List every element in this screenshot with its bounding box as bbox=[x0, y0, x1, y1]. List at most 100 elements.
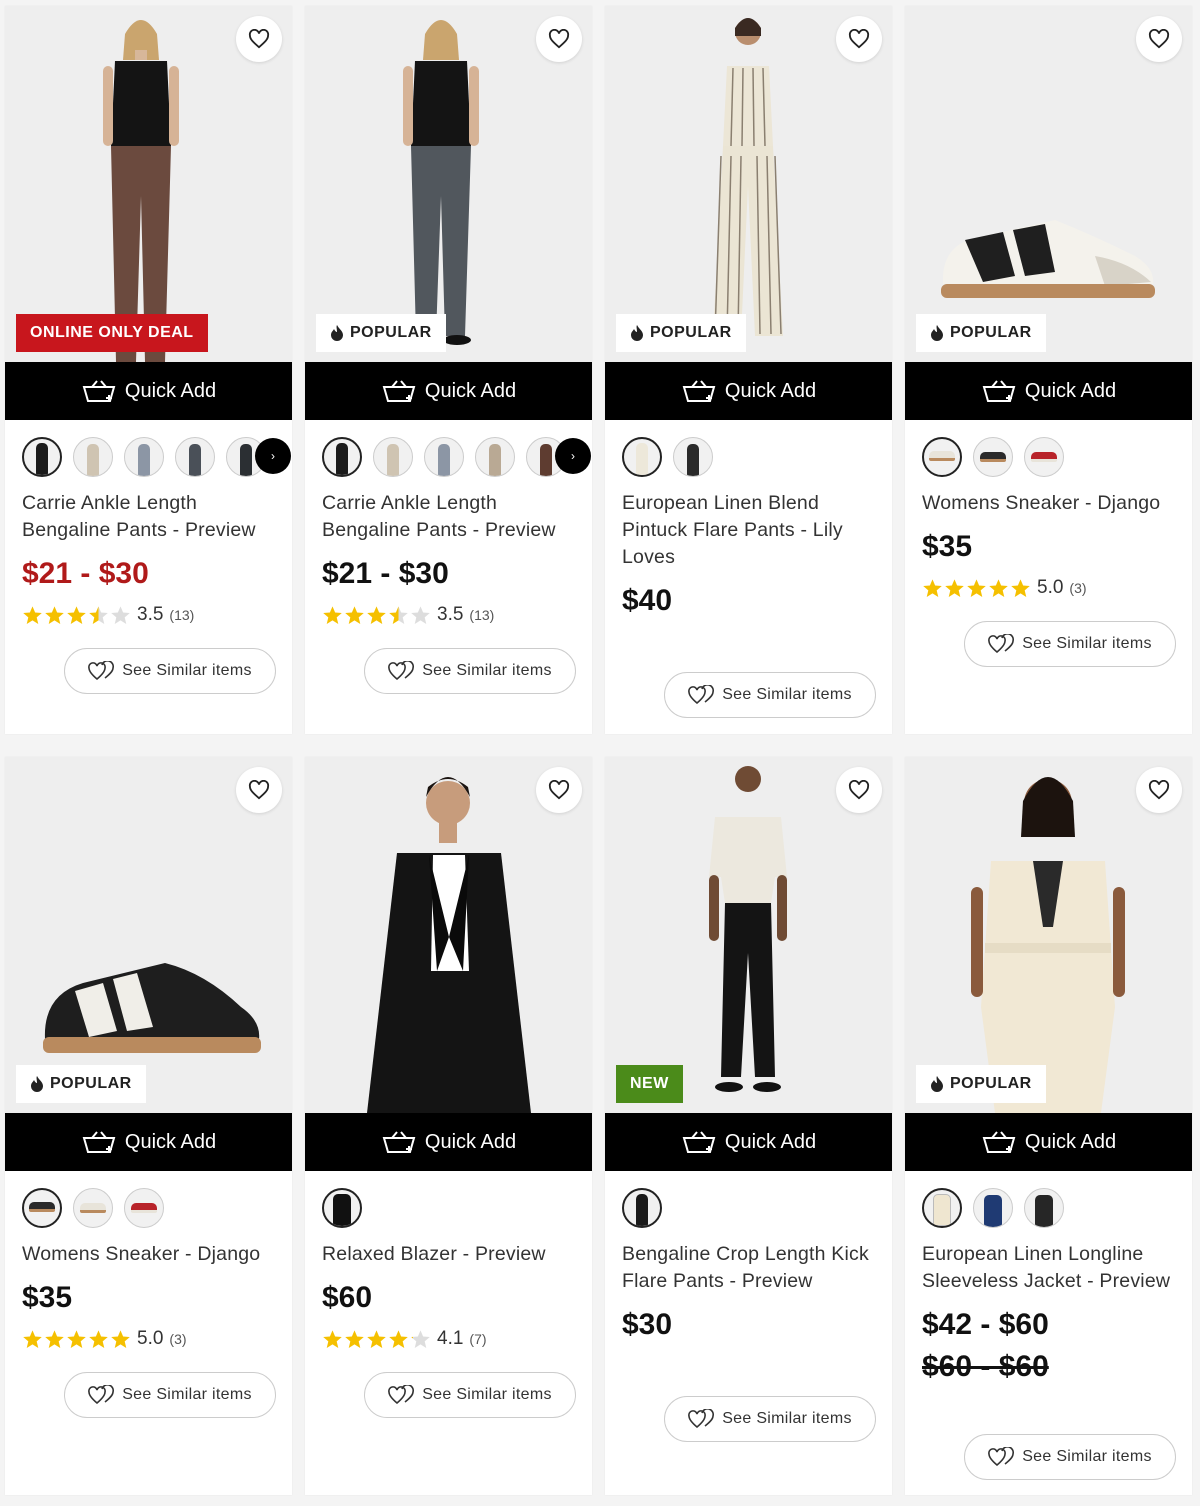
quick-add-button[interactable]: Quick Add bbox=[305, 362, 592, 420]
quick-add-button[interactable]: Quick Add bbox=[305, 1113, 592, 1171]
product-card[interactable]: Quick Add Relaxed Blazer - Preview $60 4… bbox=[305, 757, 592, 1495]
favorite-button[interactable] bbox=[1136, 767, 1182, 813]
color-swatch[interactable] bbox=[22, 1188, 62, 1228]
color-swatch[interactable] bbox=[1024, 437, 1064, 477]
favorite-button[interactable] bbox=[836, 767, 882, 813]
product-image[interactable]: POPULAR bbox=[905, 6, 1192, 362]
color-swatch[interactable] bbox=[124, 1188, 164, 1228]
see-similar-button[interactable]: See Similar items bbox=[364, 648, 576, 694]
quick-add-button[interactable]: Quick Add bbox=[5, 1113, 292, 1171]
see-similar-button[interactable]: See Similar items bbox=[664, 1396, 876, 1442]
color-swatch[interactable] bbox=[373, 437, 413, 477]
color-swatch[interactable] bbox=[973, 1188, 1013, 1228]
product-name[interactable]: Carrie Ankle Length Bengaline Pants - Pr… bbox=[22, 490, 275, 544]
basket-add-icon bbox=[982, 1131, 1016, 1153]
product-name[interactable]: Carrie Ankle Length Bengaline Pants - Pr… bbox=[322, 490, 575, 544]
see-similar-button[interactable]: See Similar items bbox=[964, 1434, 1176, 1480]
favorite-button[interactable] bbox=[236, 767, 282, 813]
color-swatch[interactable] bbox=[322, 437, 362, 477]
color-swatches bbox=[922, 1187, 1175, 1229]
product-card[interactable]: POPULAR Quick Add European Linen Longlin… bbox=[905, 757, 1192, 1495]
color-swatch[interactable] bbox=[922, 1188, 962, 1228]
more-swatches-button[interactable]: › bbox=[255, 438, 291, 474]
color-swatch[interactable] bbox=[175, 437, 215, 477]
color-swatch[interactable] bbox=[673, 437, 713, 477]
rating-value: 4.1 bbox=[437, 1328, 464, 1349]
product-name[interactable]: Bengaline Crop Length Kick Flare Pants -… bbox=[622, 1241, 875, 1295]
color-swatch[interactable] bbox=[475, 437, 515, 477]
quick-add-button[interactable]: Quick Add bbox=[905, 1113, 1192, 1171]
color-swatch[interactable] bbox=[622, 1188, 662, 1228]
more-swatches-button[interactable]: › bbox=[555, 438, 591, 474]
star-icon bbox=[323, 605, 342, 624]
color-swatch[interactable] bbox=[973, 437, 1013, 477]
star-icon bbox=[111, 1329, 130, 1348]
product-image[interactable]: ONLINE ONLY DEAL bbox=[5, 6, 292, 362]
favorite-button[interactable] bbox=[1136, 16, 1182, 62]
product-name[interactable]: European Linen Blend Pintuck Flare Pants… bbox=[622, 490, 875, 571]
product-name[interactable]: Womens Sneaker - Django bbox=[922, 490, 1175, 517]
color-swatch[interactable] bbox=[922, 437, 962, 477]
flame-icon bbox=[931, 1076, 943, 1092]
color-swatches bbox=[622, 436, 875, 478]
see-similar-label: See Similar items bbox=[722, 1410, 852, 1427]
product-card[interactable]: ONLINE ONLY DEAL Quick Add › Carrie Ankl… bbox=[5, 6, 292, 734]
star-icon bbox=[45, 1329, 64, 1348]
color-swatch[interactable] bbox=[22, 437, 62, 477]
color-swatches: › bbox=[22, 436, 291, 478]
color-swatch[interactable] bbox=[73, 437, 113, 477]
quick-add-button[interactable]: Quick Add bbox=[605, 1113, 892, 1171]
quick-add-button[interactable]: Quick Add bbox=[905, 362, 1192, 420]
product-image[interactable]: POPULAR bbox=[5, 757, 292, 1113]
product-image[interactable]: POPULAR bbox=[605, 6, 892, 362]
color-swatch[interactable] bbox=[124, 437, 164, 477]
color-swatch[interactable] bbox=[1024, 1188, 1064, 1228]
favorite-button[interactable] bbox=[536, 16, 582, 62]
product-name[interactable]: European Linen Longline Sleeveless Jacke… bbox=[922, 1241, 1175, 1295]
favorite-button[interactable] bbox=[236, 16, 282, 62]
color-swatch[interactable] bbox=[622, 437, 662, 477]
see-similar-button[interactable]: See Similar items bbox=[364, 1372, 576, 1418]
product-image[interactable] bbox=[305, 757, 592, 1113]
favorite-button[interactable] bbox=[536, 767, 582, 813]
quick-add-button[interactable]: Quick Add bbox=[5, 362, 292, 420]
rating: 3.5 (13) bbox=[322, 602, 575, 628]
review-count: (3) bbox=[1069, 580, 1087, 596]
hearts-icon bbox=[388, 661, 415, 681]
color-swatch[interactable] bbox=[322, 1188, 362, 1228]
see-similar-button[interactable]: See Similar items bbox=[64, 1372, 276, 1418]
rating: 3.5 (13) bbox=[22, 602, 275, 628]
product-card[interactable]: POPULAR Quick Add › Carrie Ankle Length … bbox=[305, 6, 592, 734]
color-swatch[interactable] bbox=[73, 1188, 113, 1228]
star-rating bbox=[322, 605, 431, 626]
star-icon bbox=[111, 605, 130, 624]
product-card[interactable]: NEW Quick Add Bengaline Crop Length Kick… bbox=[605, 757, 892, 1495]
see-similar-button[interactable]: See Similar items bbox=[64, 648, 276, 694]
star-icon bbox=[945, 578, 964, 597]
hearts-icon bbox=[988, 634, 1015, 654]
product-card[interactable]: POPULAR Quick Add Womens Sneaker - Djang… bbox=[5, 757, 292, 1495]
heart-outline-icon bbox=[548, 29, 570, 49]
product-name[interactable]: Relaxed Blazer - Preview bbox=[322, 1241, 575, 1268]
quick-add-label: Quick Add bbox=[724, 379, 817, 402]
review-count: (13) bbox=[169, 607, 195, 623]
see-similar-button[interactable]: See Similar items bbox=[964, 621, 1176, 667]
product-image[interactable]: POPULAR bbox=[305, 6, 592, 362]
favorite-button[interactable] bbox=[836, 16, 882, 62]
product-image[interactable]: POPULAR bbox=[905, 757, 1192, 1113]
see-similar-button[interactable]: See Similar items bbox=[664, 672, 876, 718]
basket-add-icon bbox=[82, 1131, 116, 1153]
color-swatch[interactable] bbox=[424, 437, 464, 477]
basket-add-icon bbox=[682, 1131, 716, 1153]
product-name[interactable]: Womens Sneaker - Django bbox=[22, 1241, 275, 1268]
color-swatches bbox=[622, 1187, 875, 1229]
popular-badge: POPULAR bbox=[316, 314, 446, 352]
product-price: $40 bbox=[622, 584, 673, 617]
new-badge: NEW bbox=[616, 1065, 683, 1103]
product-card[interactable]: POPULAR Quick Add Womens Sneaker - Djang… bbox=[905, 6, 1192, 734]
flame-icon bbox=[631, 325, 643, 341]
quick-add-button[interactable]: Quick Add bbox=[605, 362, 892, 420]
product-image[interactable]: NEW bbox=[605, 757, 892, 1113]
basket-add-icon bbox=[82, 380, 116, 402]
product-card[interactable]: POPULAR Quick Add European Linen Blend P… bbox=[605, 6, 892, 734]
